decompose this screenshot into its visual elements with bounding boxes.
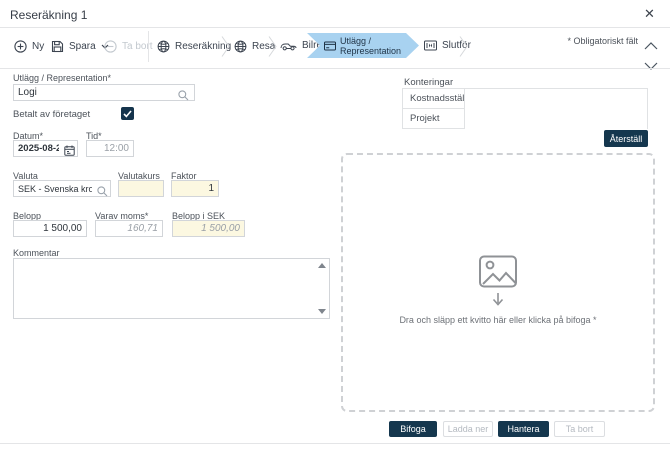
divider [0, 68, 670, 69]
delete-button[interactable]: Ta bort [104, 40, 153, 53]
project-label: Projekt [403, 109, 465, 128]
step-separator [459, 36, 468, 62]
new-button-label: Ny [32, 41, 44, 52]
project-input[interactable] [465, 110, 647, 129]
konteringar-table: Kostnadsställe Projekt [402, 88, 648, 129]
exchange-rate-input[interactable] [118, 180, 164, 197]
page-title: Reseräkning 1 [10, 8, 87, 22]
search-icon[interactable] [97, 184, 108, 202]
image-placeholder-icon [478, 255, 518, 291]
globe-icon [157, 40, 170, 53]
cost-center-label: Kostnadsställe [403, 89, 465, 108]
wizard-step-utlagg-active[interactable]: Utlägg / Representation [307, 33, 419, 58]
scroll-down-icon[interactable] [318, 309, 326, 314]
comment-label: Kommentar [13, 248, 60, 258]
divider [0, 443, 670, 444]
cost-center-input[interactable] [465, 90, 647, 109]
paid-by-company-checkbox[interactable] [121, 107, 134, 120]
close-icon[interactable]: ✕ [644, 7, 655, 20]
credit-card-icon [324, 41, 336, 51]
factor-input[interactable] [171, 180, 219, 197]
wizard-step-label: Utlägg / Representation [340, 36, 419, 56]
save-button[interactable]: Spara [51, 40, 109, 53]
reset-button[interactable]: Återställ [604, 130, 648, 147]
dropzone-hint: Dra och släpp ett kvitto här eller klick… [399, 315, 596, 325]
receipt-dropzone[interactable]: Dra och släpp ett kvitto här eller klick… [341, 153, 655, 412]
table-row: Projekt [403, 109, 647, 128]
konteringar-title: Konteringar [404, 77, 453, 88]
car-icon [280, 40, 297, 51]
save-button-label: Spara [69, 41, 96, 52]
step-separator [268, 36, 277, 62]
step-separator [221, 36, 230, 62]
paid-by-company-label: Betalt av företaget [13, 109, 90, 120]
search-icon[interactable] [178, 88, 189, 106]
comment-textarea[interactable] [14, 259, 329, 318]
comment-field-wrap [13, 258, 330, 319]
finish-icon [424, 40, 437, 51]
table-row: Kostnadsställe [403, 89, 647, 109]
remove-attachment-button[interactable]: Ta bort [554, 421, 605, 437]
circle-minus-icon [104, 40, 117, 53]
toolbar-divider [148, 31, 149, 62]
collapse-up-icon[interactable] [644, 37, 658, 55]
manage-button[interactable]: Hantera [498, 421, 549, 437]
divider [0, 27, 670, 28]
globe-icon [234, 40, 247, 53]
expense-type-label: Utlägg / Representation* [13, 73, 111, 83]
scroll-up-icon[interactable] [318, 263, 326, 268]
new-button[interactable]: Ny [14, 40, 44, 53]
vat-input[interactable] [95, 220, 163, 237]
amount-sek-input[interactable] [172, 220, 245, 237]
circle-plus-icon [14, 40, 27, 53]
amount-input[interactable] [13, 220, 87, 237]
calendar-icon[interactable] [64, 143, 75, 161]
expense-type-input[interactable] [13, 84, 195, 101]
expand-down-icon[interactable] [644, 57, 658, 75]
download-button[interactable]: Ladda ner [443, 421, 493, 437]
floppy-disk-icon [51, 40, 64, 53]
time-input[interactable] [86, 140, 134, 157]
checkmark-icon [123, 110, 132, 118]
required-field-note: * Obligatoriskt fält [567, 36, 638, 46]
expense-dialog: Reseräkning 1 ✕ Ny Spara Ta bort Reseräk… [0, 0, 670, 449]
arrow-down-icon [490, 293, 506, 306]
attach-button[interactable]: Bifoga [389, 421, 437, 437]
